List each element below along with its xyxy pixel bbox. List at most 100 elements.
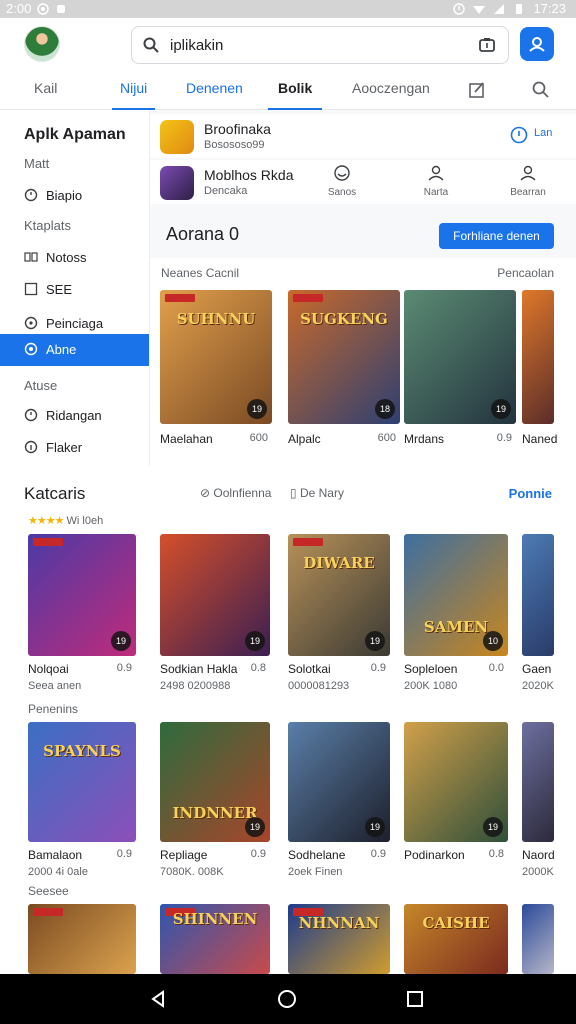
search-input[interactable]: iplikakin: [170, 37, 223, 54]
radio-selected-icon: [24, 342, 38, 356]
game-art: [522, 904, 554, 974]
game-name: Solotkai: [288, 662, 331, 676]
game-art: SUHNNU 19: [160, 290, 272, 424]
top-bar: iplikakin: [0, 18, 576, 74]
tab-kail[interactable]: Kail: [34, 80, 57, 110]
star-icon: ★★★★: [28, 515, 64, 527]
see-more-link[interactable]: Ponnie: [509, 486, 552, 501]
wifi-icon: [473, 5, 486, 14]
filter-chip-1[interactable]: ⊘ Oolnfienna: [200, 486, 271, 500]
recents-icon[interactable]: [405, 989, 425, 1009]
app-row[interactable]: Moblhos Rkda Dencaka Sanos Narta Bearran: [150, 160, 576, 204]
sidebar-header-label: Aplk Apaman: [24, 126, 126, 143]
avatar[interactable]: [24, 26, 60, 62]
game-rating: 0.9: [370, 662, 386, 674]
account-icon: [529, 37, 545, 52]
rating-tag: [165, 294, 195, 302]
sidebar-item-matt[interactable]: Matt: [0, 148, 149, 180]
game-name: Naned: [522, 432, 558, 446]
home-icon[interactable]: [277, 989, 297, 1009]
search-tab-icon[interactable]: [531, 80, 551, 100]
sidebar-item-flaker[interactable]: Flaker: [0, 432, 149, 464]
age-badge: 19: [111, 631, 131, 651]
game-art: 19: [404, 290, 516, 424]
tab-denenen[interactable]: Denenen: [186, 80, 243, 110]
game-subtitle: 7080K. 008K: [160, 866, 224, 878]
featured-action-button[interactable]: Forhliane denen: [439, 223, 554, 249]
sidebar-item-see[interactable]: SEE: [0, 274, 149, 306]
settings-icon: [37, 2, 50, 15]
tab-aooczengan[interactable]: Aooczengan: [352, 80, 430, 110]
sidebar-item-ridangan[interactable]: Ridangan: [0, 400, 149, 432]
filter-chip-2[interactable]: ▯ De Nary: [290, 486, 344, 500]
sidebar-item-atuse[interactable]: Atuse: [0, 370, 149, 402]
game-name: Sodhelane: [288, 848, 346, 862]
smile-button[interactable]: Sanos: [312, 164, 372, 198]
person-icon: [428, 165, 444, 181]
game-subtitle: 2000K: [522, 866, 554, 878]
back-icon[interactable]: [148, 989, 168, 1009]
game-rating: 600: [377, 432, 396, 444]
game-name: Naord: [522, 848, 555, 862]
age-badge: 19: [483, 817, 503, 837]
info-icon[interactable]: [510, 126, 528, 144]
game-art: CAISHE: [404, 904, 508, 974]
game-name: Podinarkon: [404, 848, 465, 862]
age-badge: 19: [245, 817, 265, 837]
person-button[interactable]: Narta: [406, 164, 466, 198]
battery-icon: [516, 3, 523, 14]
app-subtitle: Bosososo99: [204, 139, 265, 151]
profile-button[interactable]: Bearran: [498, 164, 558, 198]
game-name: Mrdans: [404, 432, 445, 446]
rating-tag: [293, 538, 323, 546]
game-rating: 0.9: [496, 432, 512, 444]
row-label: Seesee: [28, 884, 69, 898]
game-rating: 0.9: [116, 662, 132, 674]
game-art: [522, 534, 554, 656]
age-badge: 10: [483, 631, 503, 651]
game-subtitle: 0000081293: [288, 680, 350, 692]
game-name: Sopleloen: [404, 662, 458, 676]
sidebar-item-ktaplats[interactable]: Ktaplats: [0, 210, 149, 242]
category-section: Katcaris ⊘ Oolnfienna ▯ De Nary Ponnie ★…: [0, 466, 576, 974]
account-button[interactable]: [520, 27, 554, 61]
game-logo-text: NHNNAN: [298, 914, 380, 932]
sidebar-item-label: Atuse: [24, 378, 58, 393]
status-time-left: 2:00: [6, 1, 32, 16]
game-logo-text: SHINNEN: [172, 910, 258, 928]
search-bar[interactable]: iplikakin: [131, 26, 509, 64]
game-subtitle: Seea anen: [28, 680, 82, 692]
featured-title: Aorana 0: [166, 224, 240, 244]
tab-nijui[interactable]: Nijui: [111, 80, 156, 110]
sidebar-item-abne[interactable]: Abne: [0, 334, 149, 366]
chip-label: Oolnfienna: [213, 486, 272, 500]
featured-row: Neanes Cacnil Pencaolan SUHNNU 19 Maelah…: [150, 258, 576, 466]
age-badge: 19: [245, 631, 265, 651]
game-art: SAMEN 10: [404, 534, 508, 656]
profile-icon: [520, 165, 536, 181]
game-art: [28, 904, 136, 974]
sidebar-item-notoss[interactable]: Notoss: [0, 242, 149, 274]
game-rating: 0.9: [116, 848, 132, 860]
info-icon: [24, 440, 38, 454]
app-row[interactable]: Broofinaka Bosososo99 Lan: [150, 114, 576, 158]
chip-label: De Nary: [299, 486, 344, 500]
sidebar-item-label: Biapio: [46, 188, 83, 203]
age-badge: 19: [491, 399, 511, 419]
game-logo-text: CAISHE: [422, 914, 490, 932]
sidebar-item-label: Flaker: [46, 440, 83, 455]
edit-icon[interactable]: [467, 80, 487, 100]
game-rating: 0.9: [370, 848, 386, 860]
game-art: INDNNER 19: [160, 722, 270, 842]
tab-bolik[interactable]: Bolik: [267, 80, 323, 110]
smile-label: Sanos: [327, 187, 357, 198]
app-icon: [160, 120, 194, 154]
system-nav-bar: [0, 974, 576, 1024]
featured-header: Aorana 0 Forhliane denen: [150, 208, 576, 258]
circle-icon: [24, 316, 38, 330]
sidebar-item-biapio[interactable]: Biapio: [0, 180, 149, 212]
sidebar-item-label: Peinciaga: [46, 316, 104, 331]
sidebar-item-label: Matt: [24, 156, 50, 171]
camera-search-icon[interactable]: [478, 36, 496, 54]
age-badge: 19: [247, 399, 267, 419]
